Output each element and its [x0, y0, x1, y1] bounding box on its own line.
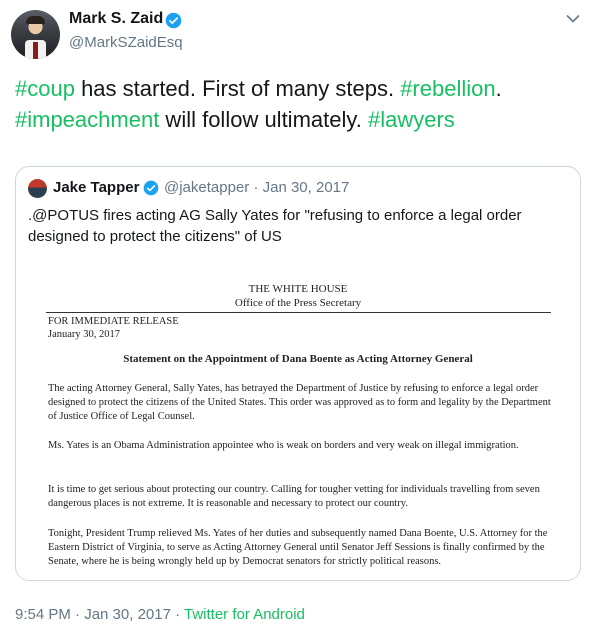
quoted-tweet[interactable]: Jake Tapper @jaketapper · Jan 30, 2017 .… — [15, 166, 581, 581]
doc-release-label: FOR IMMEDIATE RELEASE — [48, 316, 179, 327]
doc-date: January 30, 2017 — [48, 329, 121, 340]
verified-badge-icon — [165, 12, 182, 29]
doc-paragraph: Tonight, President Trump relieved Ms. Ya… — [48, 528, 548, 567]
tweet: Mark S. Zaid @MarkSZaidEsq #coup has sta… — [0, 0, 595, 643]
hashtag-impeachment[interactable]: #impeachment — [15, 107, 159, 132]
tweet-text: #coup has started. First of many steps. … — [15, 73, 585, 135]
doc-divider — [46, 312, 551, 313]
tweet-text-segment: . — [495, 76, 502, 101]
tweet-timestamp[interactable]: 9:54 PM · Jan 30, 2017 · — [15, 606, 184, 623]
press-release-image[interactable]: THE WHITE HOUSE Office of the Press Secr… — [17, 261, 579, 580]
doc-header-title: THE WHITE HOUSE — [248, 283, 348, 295]
author-avatar[interactable] — [11, 10, 60, 59]
tweet-source[interactable]: Twitter for Android — [184, 606, 305, 623]
doc-heading: Statement on the Appointment of Dana Boe… — [123, 353, 473, 365]
chevron-down-icon[interactable] — [566, 14, 580, 24]
hashtag-coup[interactable]: #coup — [15, 76, 75, 101]
tweet-meta: 9:54 PM · Jan 30, 2017 · Twitter for And… — [15, 606, 305, 623]
author-name[interactable]: Mark S. Zaid — [69, 10, 163, 28]
hashtag-rebellion[interactable]: #rebellion — [400, 76, 495, 101]
doc-paragraph: The acting Attorney General, Sally Yates… — [48, 383, 551, 422]
doc-paragraph: It is time to get serious about protecti… — [48, 484, 540, 509]
tweet-text-segment: will follow ultimately. — [159, 107, 368, 132]
quoted-author-avatar — [28, 179, 47, 198]
author-handle[interactable]: @MarkSZaidEsq — [69, 34, 183, 51]
doc-header-subtitle: Office of the Press Secretary — [234, 297, 362, 309]
quoted-author-name: Jake Tapper — [53, 179, 140, 196]
hashtag-lawyers[interactable]: #lawyers — [368, 107, 455, 132]
quoted-tweet-text: .@POTUS fires acting AG Sally Yates for … — [28, 207, 522, 245]
quoted-handle-date: @jaketapper · Jan 30, 2017 — [164, 179, 350, 196]
tweet-text-segment: has started. First of many steps. — [74, 76, 401, 101]
verified-badge-icon — [143, 180, 159, 196]
doc-paragraph: Ms. Yates is an Obama Administration app… — [48, 440, 519, 451]
